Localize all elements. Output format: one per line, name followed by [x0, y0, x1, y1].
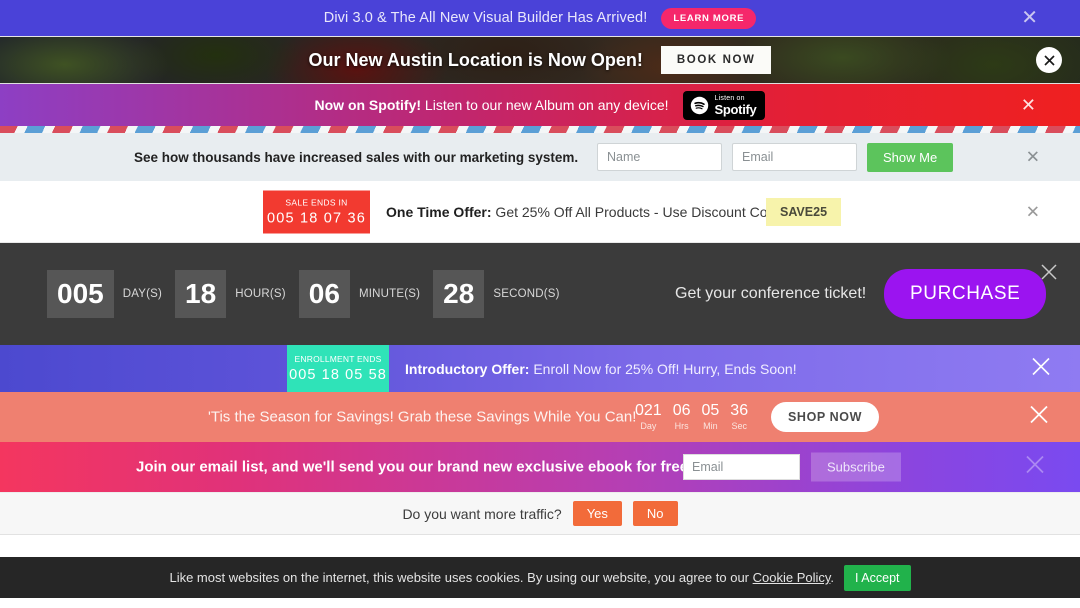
season-hrs-label: Hrs: [674, 420, 689, 431]
marketing-form: Show Me: [597, 142, 954, 172]
marketing-close-icon[interactable]: ✕: [1026, 149, 1040, 166]
countdown-minutes-value: 06: [298, 270, 350, 318]
traffic-no-button[interactable]: No: [632, 501, 678, 526]
one-time-offer-message: One Time Offer: Get 25% Off All Products…: [386, 204, 787, 220]
introductory-offer-close-icon[interactable]: [1030, 355, 1052, 382]
divi-close-icon[interactable]: ✕: [1021, 8, 1038, 28]
enrollment-badge-label: ENROLLMENT ENDS: [294, 354, 382, 364]
season-countdown-min: 05 Min: [701, 401, 720, 431]
countdown-days-label: DAY(S): [122, 288, 163, 300]
cookie-policy-link[interactable]: Cookie Policy: [753, 570, 831, 585]
airmail-border-top: [0, 126, 1080, 133]
oto-message-rest: Get 25% Off All Products - Use Discount …: [491, 203, 787, 220]
divi-message: Divi 3.0 & The All New Visual Builder Ha…: [323, 10, 648, 26]
subscribe-email-input[interactable]: [683, 454, 800, 480]
countdown-seconds-label: SECOND(S): [493, 288, 560, 300]
season-day-label: Day: [640, 420, 657, 431]
spotify-message: Now on Spotify! Listen to our new Album …: [315, 97, 669, 113]
intro-message-bold: Introductory Offer:: [405, 360, 530, 377]
season-hrs-value: 06: [672, 401, 691, 419]
spotify-badge-small-label: Listen on: [714, 94, 745, 102]
countdown-seconds-value: 28: [433, 270, 485, 318]
season-sec-label: Sec: [731, 420, 747, 431]
austin-location-bar: Our New Austin Location is Now Open! BOO…: [0, 36, 1080, 84]
conference-countdown-bar: 005 DAY(S) 18 HOUR(S) 06 MINUTE(S) 28 SE…: [0, 243, 1080, 345]
spotify-message-bold: Now on Spotify!: [314, 97, 422, 113]
austin-close-icon[interactable]: [1036, 47, 1062, 73]
countdown-days-value: 005: [47, 270, 114, 318]
oto-message-bold: One Time Offer:: [386, 203, 492, 220]
accept-cookies-button[interactable]: I Accept: [844, 564, 911, 591]
introductory-offer-message: Introductory Offer: Enroll Now for 25% O…: [405, 361, 797, 377]
cookie-message-after: .: [830, 570, 835, 585]
countdown-unit-hours: 18 HOUR(S): [175, 270, 299, 318]
traffic-question-bar: Do you want more traffic? Yes No: [0, 492, 1080, 535]
countdown-minutes-label: MINUTE(S): [358, 288, 421, 300]
purchase-button[interactable]: PURCHASE: [884, 269, 1047, 319]
shop-now-button[interactable]: SHOP NOW: [771, 402, 880, 432]
name-input[interactable]: [597, 143, 722, 171]
sale-countdown-badge: SALE ENDS IN 005 18 07 36: [263, 190, 370, 233]
introductory-offer-bar: ENROLLMENT ENDS 005 18 05 58 Introductor…: [0, 345, 1080, 392]
page-root: Divi 3.0 & The All New Visual Builder Ha…: [0, 0, 1080, 608]
countdown-unit-days: 005 DAY(S): [47, 270, 175, 318]
spotify-bar: Now on Spotify! Listen to our new Album …: [0, 84, 1080, 126]
subscribe-button[interactable]: Subscribe: [811, 452, 901, 482]
season-countdown: 021 Day 06 Hrs 05 Min 36 Sec: [635, 401, 749, 431]
email-list-bar: Join our email list, and we'll send you …: [0, 442, 1080, 492]
book-now-button[interactable]: BOOK NOW: [660, 46, 772, 74]
spotify-badge-button[interactable]: Listen on Spotify: [682, 90, 766, 120]
season-min-label: Min: [703, 420, 718, 431]
conference-close-icon[interactable]: [1040, 263, 1058, 286]
content-spacer: [0, 535, 1080, 557]
learn-more-button[interactable]: LEARN MORE: [661, 7, 757, 29]
cookie-message-before: Like most websites on the internet, this…: [169, 570, 753, 585]
sale-badge-label: SALE ENDS IN: [285, 197, 348, 207]
countdown-unit-seconds: 28 SECOND(S): [433, 270, 573, 318]
enrollment-badge-time: 005 18 05 58: [289, 367, 387, 383]
countdown-unit-minutes: 06 MINUTE(S): [298, 270, 433, 318]
traffic-yes-button[interactable]: Yes: [572, 501, 622, 526]
season-close-icon[interactable]: [1028, 404, 1050, 431]
cookie-consent-bar: Like most websites on the internet, this…: [0, 557, 1080, 598]
spotify-icon: [690, 96, 708, 114]
one-time-offer-bar: SALE ENDS IN 005 18 07 36 One Time Offer…: [0, 181, 1080, 243]
austin-message: Our New Austin Location is Now Open!: [308, 49, 643, 70]
email-list-close-icon[interactable]: [1024, 454, 1046, 481]
one-time-offer-close-icon[interactable]: ✕: [1026, 203, 1040, 220]
intro-message-rest: Enroll Now for 25% Off! Hurry, Ends Soon…: [529, 360, 797, 377]
season-savings-bar: 'Tis the Season for Savings! Grab these …: [0, 392, 1080, 442]
conference-countdown: 005 DAY(S) 18 HOUR(S) 06 MINUTE(S) 28 SE…: [47, 270, 573, 318]
enrollment-countdown-badge: ENROLLMENT ENDS 005 18 05 58: [287, 345, 389, 392]
sale-badge-time: 005 18 07 36: [266, 210, 367, 226]
season-sec-value: 36: [730, 401, 749, 419]
conference-message: Get your conference ticket!: [675, 285, 867, 302]
cookie-message: Like most websites on the internet, this…: [169, 570, 834, 585]
email-input[interactable]: [732, 143, 857, 171]
divi-announcement-bar: Divi 3.0 & The All New Visual Builder Ha…: [0, 0, 1080, 36]
spotify-message-rest: Listen to our new Album on any device!: [421, 97, 669, 113]
season-message: 'Tis the Season for Savings! Grab these …: [208, 408, 637, 426]
season-day-value: 021: [635, 401, 662, 419]
season-countdown-day: 021 Day: [635, 401, 662, 431]
spotify-badge-big-label: Spotify: [714, 101, 757, 117]
season-countdown-sec: 36 Sec: [730, 401, 749, 431]
countdown-hours-label: HOUR(S): [235, 288, 286, 300]
season-countdown-hrs: 06 Hrs: [672, 401, 691, 431]
show-me-button[interactable]: Show Me: [867, 142, 954, 172]
marketing-message: See how thousands have increased sales w…: [134, 149, 579, 165]
countdown-hours-value: 18: [175, 270, 227, 318]
discount-code-chip[interactable]: SAVE25: [766, 197, 842, 226]
email-list-message: Join our email list, and we'll send you …: [136, 458, 694, 476]
season-min-value: 05: [701, 401, 720, 419]
traffic-question: Do you want more traffic?: [402, 505, 562, 522]
spotify-close-icon[interactable]: ✕: [1021, 96, 1036, 114]
marketing-optin-bar: See how thousands have increased sales w…: [0, 126, 1080, 181]
